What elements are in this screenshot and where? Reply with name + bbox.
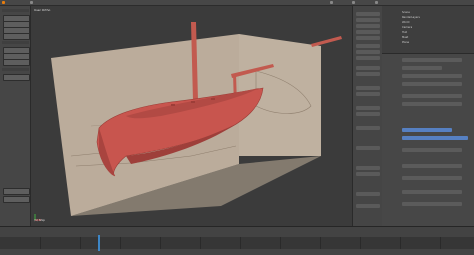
- scene-icon[interactable]: [352, 1, 355, 4]
- transform-field[interactable]: [356, 106, 380, 110]
- outliner-row[interactable]: World: [402, 20, 462, 24]
- property-field[interactable]: [402, 74, 462, 78]
- transform-field[interactable]: [356, 86, 380, 90]
- transform-field[interactable]: [356, 18, 380, 22]
- outliner-row[interactable]: RenderLayers: [402, 15, 462, 19]
- transform-field[interactable]: [356, 112, 380, 116]
- property-field[interactable]: [402, 94, 462, 98]
- render-icon[interactable]: [375, 1, 378, 4]
- property-field[interactable]: [402, 148, 462, 152]
- properties-overlay-panel: [352, 6, 382, 226]
- active-property-field[interactable]: [402, 128, 452, 132]
- property-field[interactable]: [402, 190, 462, 194]
- transform-field[interactable]: [356, 204, 380, 208]
- layout-icon[interactable]: [330, 1, 333, 4]
- tool-button[interactable]: [3, 196, 30, 203]
- outliner-row[interactable]: Camera: [402, 25, 462, 29]
- tool-button[interactable]: [3, 74, 30, 81]
- menu-icon[interactable]: [30, 1, 33, 4]
- tool-shelf: [0, 6, 31, 226]
- transform-field[interactable]: [356, 172, 380, 176]
- outliner: Scene RenderLayers World Camera Hull Mas…: [382, 6, 474, 54]
- transform-field[interactable]: [356, 44, 380, 48]
- transform-field[interactable]: [356, 66, 380, 70]
- transform-field[interactable]: [356, 24, 380, 28]
- outliner-row[interactable]: Mast: [402, 35, 462, 39]
- property-field[interactable]: [402, 66, 442, 70]
- transform-field[interactable]: [356, 12, 380, 16]
- property-field[interactable]: [402, 58, 462, 62]
- transform-field[interactable]: [356, 72, 380, 76]
- playhead[interactable]: [98, 235, 100, 251]
- tool-button[interactable]: [3, 33, 30, 40]
- timeline[interactable]: [0, 226, 474, 255]
- tool-button[interactable]: [3, 59, 30, 66]
- transform-field[interactable]: [356, 146, 380, 150]
- tool-button[interactable]: [3, 188, 30, 195]
- property-field[interactable]: [402, 176, 462, 180]
- scene-render: [34, 22, 342, 221]
- outliner-row[interactable]: Scene: [402, 10, 462, 14]
- property-field[interactable]: [402, 82, 462, 86]
- tool-shelf-header: [2, 9, 29, 12]
- ship-spar: [311, 36, 342, 47]
- transform-field[interactable]: [356, 36, 380, 40]
- property-field[interactable]: [402, 202, 462, 206]
- outliner-row[interactable]: Hull: [402, 30, 462, 34]
- timeline-track[interactable]: [0, 237, 474, 249]
- transform-field[interactable]: [356, 56, 380, 60]
- property-field[interactable]: [402, 102, 462, 106]
- tool-shelf-header: [2, 41, 29, 44]
- viewport-object-label: (1) Ship: [34, 218, 45, 222]
- 3d-viewport[interactable]: [31, 6, 352, 226]
- active-property-field[interactable]: [402, 136, 468, 140]
- blender-logo-icon[interactable]: [2, 1, 5, 4]
- viewport-mode-label: User Ortho: [34, 8, 51, 12]
- property-field[interactable]: [402, 164, 462, 168]
- transform-field[interactable]: [356, 92, 380, 96]
- transform-field[interactable]: [356, 166, 380, 170]
- transform-field[interactable]: [356, 50, 380, 54]
- transform-field[interactable]: [356, 192, 380, 196]
- transform-field[interactable]: [356, 126, 380, 130]
- properties-editor: [382, 54, 474, 226]
- transform-field[interactable]: [356, 30, 380, 34]
- outliner-row[interactable]: Plane: [402, 40, 462, 44]
- tool-shelf-header: [2, 68, 29, 71]
